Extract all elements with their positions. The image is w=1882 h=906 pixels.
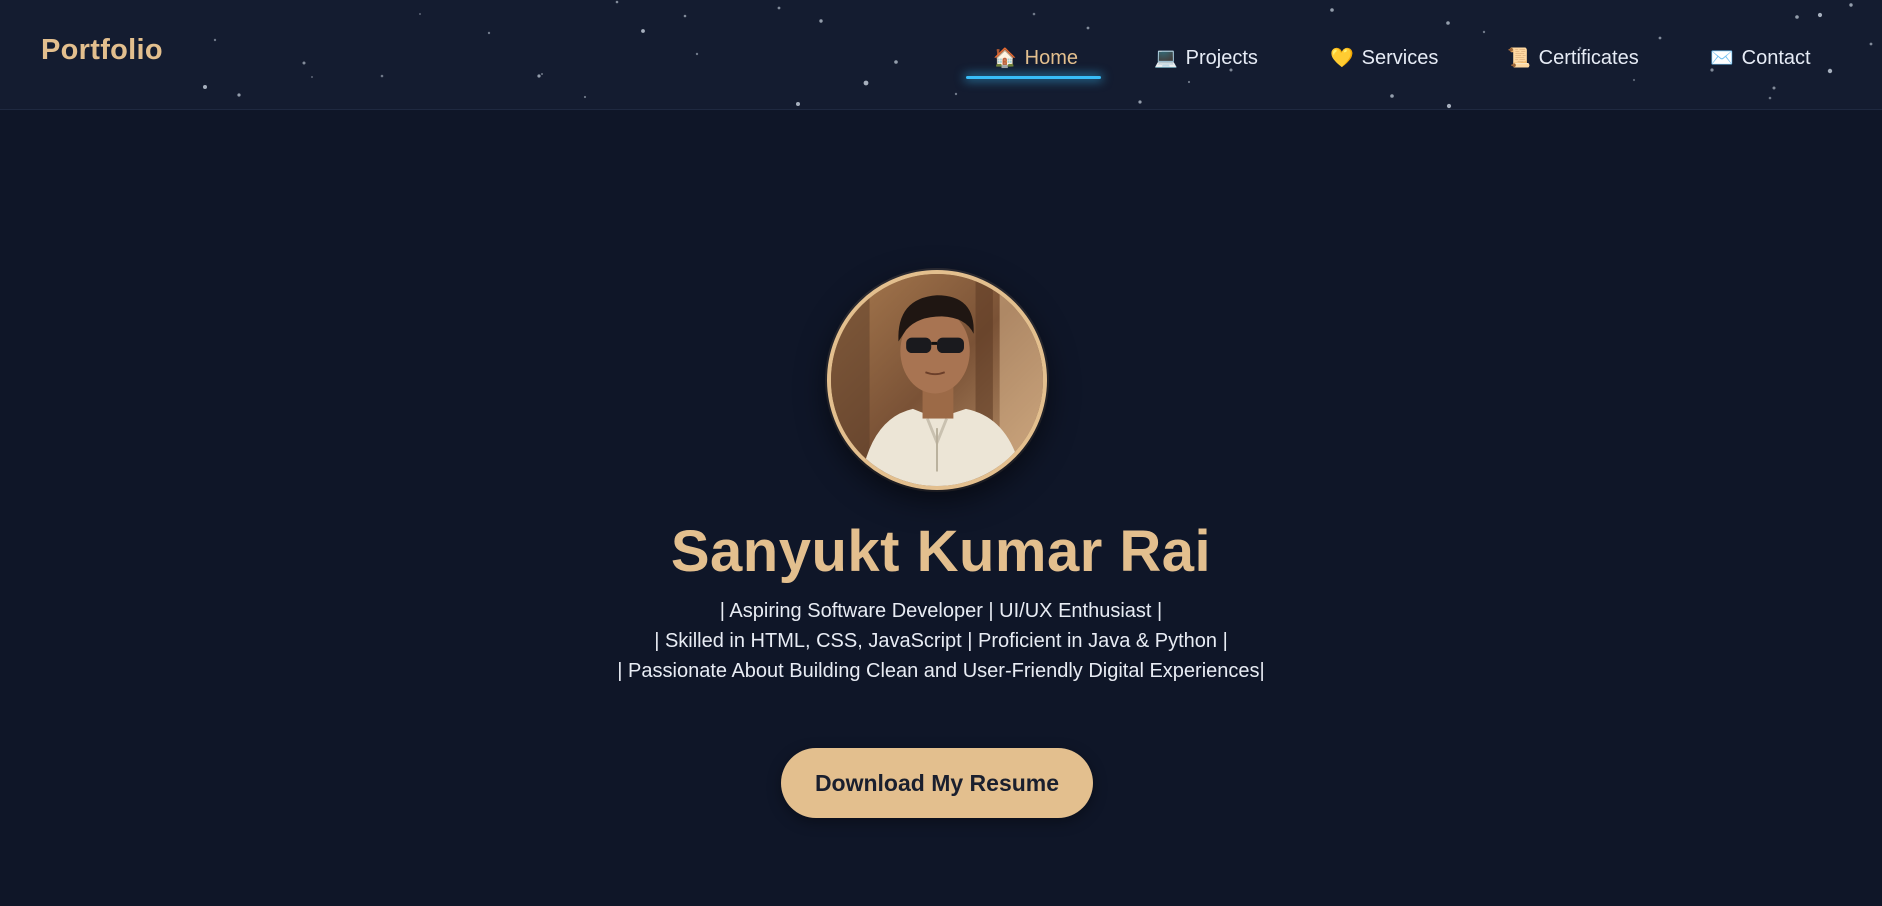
portfolio-page: Portfolio 🏠 Home 💻 Projects 💛 Services 📜… xyxy=(0,0,1882,906)
nav-item-projects[interactable]: 💻 Projects xyxy=(1154,38,1258,78)
nav-label-projects: Projects xyxy=(1185,46,1258,69)
tagline-line-3: | Passionate About Building Clean and Us… xyxy=(617,660,1265,682)
hero-name: Sanyukt Kumar Rai xyxy=(670,519,1212,584)
nav-item-certificates[interactable]: 📜 Certificates xyxy=(1507,38,1639,78)
nav-label-home: Home xyxy=(1024,46,1079,69)
profile-avatar xyxy=(827,270,1047,490)
active-nav-indicator xyxy=(966,76,1101,79)
tagline-line-1: | Aspiring Software Developer | UI/UX En… xyxy=(719,600,1163,622)
nav-item-services[interactable]: 💛 Services xyxy=(1330,38,1438,78)
navbar: Portfolio 🏠 Home 💻 Projects 💛 Services 📜… xyxy=(0,0,1882,110)
scroll-icon: 📜 xyxy=(1507,47,1531,69)
profile-photo xyxy=(831,274,1043,486)
nav-label-certificates: Certificates xyxy=(1538,46,1639,69)
download-resume-button[interactable]: Download My Resume xyxy=(781,748,1093,818)
nav-label-services: Services xyxy=(1361,46,1439,69)
tagline-line-2: | Skilled in HTML, CSS, JavaScript | Pro… xyxy=(654,630,1228,652)
brand-logo[interactable]: Portfolio xyxy=(41,34,163,67)
nav-item-contact[interactable]: ✉️ Contact xyxy=(1710,38,1811,78)
nav-item-home[interactable]: 🏠 Home xyxy=(993,38,1078,78)
envelope-icon: ✉️ xyxy=(1710,47,1734,69)
nav-label-contact: Contact xyxy=(1741,46,1811,69)
heart-icon: 💛 xyxy=(1330,47,1354,69)
house-icon: 🏠 xyxy=(993,47,1017,69)
laptop-icon: 💻 xyxy=(1154,47,1178,69)
